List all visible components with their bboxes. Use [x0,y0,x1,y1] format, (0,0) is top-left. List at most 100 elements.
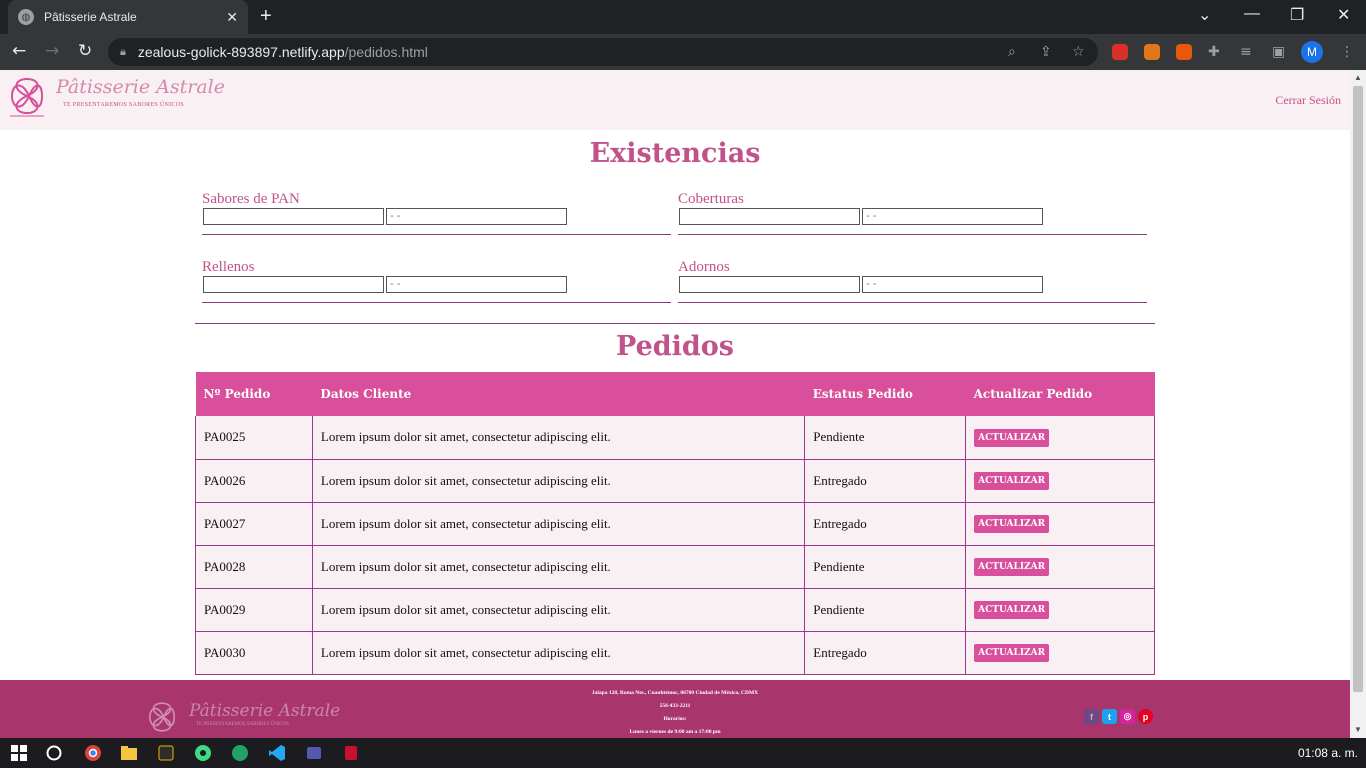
status-cell: Entregado [804,458,967,503]
update-button[interactable]: ACTUALIZAR [974,558,1050,576]
table-row: PA0026 Lorem ipsum dolor sit amet, conse… [195,458,1155,503]
extensions-puzzle-icon[interactable]: ✚ [1208,44,1220,60]
forward-icon[interactable]: → [45,41,59,61]
lock-icon[interactable]: 🔒︎ [120,46,126,59]
table-row: PA0027 Lorem ipsum dolor sit amet, conse… [195,501,1155,546]
status-cell: Pendiente [804,416,967,460]
stock-group-label: Sabores de PAN [202,191,300,207]
stock-item-input[interactable] [203,276,384,293]
media-queue-icon[interactable]: ≡ [1240,44,1252,60]
stock-quantity-input[interactable]: - - [862,208,1043,225]
order-id-cell: PA0029 [195,587,313,632]
client-cell: Lorem ipsum dolor sit amet, consectetur … [311,630,806,675]
extension-stop-icon[interactable] [1112,44,1128,60]
url-host: zealous-golick-893897.netlify.app [137,44,345,60]
status-cell: Entregado [804,501,967,546]
extension-figure-icon[interactable] [1176,44,1192,60]
table-row: PA0028 Lorem ipsum dolor sit amet, conse… [195,544,1155,589]
back-icon[interactable]: ← [12,41,26,61]
reload-icon[interactable]: ↻ [78,41,92,61]
window-close-icon[interactable]: ✕ [1337,5,1350,25]
chrome-taskbar-icon[interactable] [84,744,102,762]
vscode-icon[interactable] [268,744,286,762]
site-footer: Pâtisserie Astrale TE PRESENTAREMOS SABO… [0,680,1350,738]
os-taskbar: 01:08 a. m. [0,738,1366,768]
share-icon[interactable]: ⇪ [1040,44,1052,60]
stock-group-bread-flavors: Sabores de PAN - - [202,191,671,235]
stock-item-input[interactable] [203,208,384,225]
stock-group-toppings: Coberturas - - [678,191,1147,235]
update-button[interactable]: ACTUALIZAR [974,644,1050,662]
browser-menu-icon[interactable]: ⋮ [1340,44,1354,60]
minimize-icon[interactable]: — [1244,5,1260,23]
client-cell: Lorem ipsum dolor sit amet, consectetur … [311,501,806,546]
footer-phone: 556-433-2211 [659,703,691,709]
profile-avatar[interactable]: M [1301,41,1323,63]
globe-icon: ◍ [18,9,34,25]
zoom-icon[interactable]: ⌕ [1008,44,1016,60]
facebook-icon[interactable]: f [1084,709,1099,724]
scrollbar-thumb[interactable] [1353,86,1363,692]
status-cell: Pendiente [804,544,967,589]
update-button[interactable]: ACTUALIZAR [974,515,1050,533]
stock-group-label: Coberturas [678,191,744,207]
footer-address: Jalapa 128, Roma Nte., Cuauhtémoc, 06700… [591,690,759,696]
cortana-search-icon[interactable] [45,744,63,762]
pinterest-icon[interactable]: p [1138,709,1153,724]
update-cell: ACTUALIZAR [965,544,1155,589]
extension-fox-icon[interactable] [1144,44,1160,60]
order-id-cell: PA0028 [195,544,313,589]
restore-icon[interactable]: ❐ [1290,5,1304,25]
browser-toolbar: ← → ↻ 🔒︎ zealous-golick-893897.netlify.a… [0,34,1366,70]
stock-quantity-input[interactable]: - - [862,276,1043,293]
column-header-update: Actualizar Pedido [965,372,1155,416]
close-tab-icon[interactable]: ✕ [226,9,238,26]
update-button[interactable]: ACTUALIZAR [974,472,1050,490]
app-taskbar-icon[interactable] [157,744,175,762]
stock-item-input[interactable] [679,276,860,293]
twitter-icon[interactable]: t [1102,709,1117,724]
column-header-status: Estatus Pedido [804,372,966,416]
orders-table: Nº Pedido Datos Cliente Estatus Pedido A… [195,372,1155,675]
orders-title: Pedidos [616,331,734,362]
status-cell: Pendiente [804,587,967,632]
address-bar[interactable]: 🔒︎ zealous-golick-893897.netlify.app/ped… [108,38,1098,66]
bookmark-star-icon[interactable]: ☆ [1072,44,1085,60]
order-id-cell: PA0030 [195,630,313,675]
logout-link[interactable]: Cerrar Sesión [1275,93,1341,108]
browser-tabbar: ◍ Pâtisserie Astrale ✕ + ⌄ — ❐ ✕ [0,0,1366,34]
update-button[interactable]: ACTUALIZAR [974,428,1050,447]
file-explorer-icon[interactable] [120,744,138,762]
footer-tagline: TE PRESENTAREMOS SABORES ÚNICOS [196,722,290,727]
client-cell: Lorem ipsum dolor sit amet, consectetur … [311,458,806,503]
app-green-ball-icon[interactable] [231,744,249,762]
stock-quantity-input[interactable]: - - [386,276,567,293]
stock-group-decorations: Adornos - - [678,259,1147,303]
app-red-icon[interactable] [342,744,360,762]
app-green-icon[interactable] [194,744,212,762]
new-tab-icon[interactable]: + [260,6,272,26]
order-id-cell: PA0025 [195,416,313,460]
scroll-down-icon[interactable]: ▼ [1354,725,1362,734]
update-cell: ACTUALIZAR [965,630,1155,675]
teams-icon[interactable] [305,744,323,762]
update-button[interactable]: ACTUALIZAR [974,601,1050,619]
taskbar-clock: 01:08 a. m. [1297,746,1358,760]
scroll-up-icon[interactable]: ▲ [1354,73,1362,82]
stock-title: Existencias [589,138,761,169]
browser-tab[interactable]: ◍ Pâtisserie Astrale ✕ [8,0,248,34]
windows-start-icon[interactable] [10,744,28,762]
stock-item-input[interactable] [679,208,860,225]
client-cell: Lorem ipsum dolor sit amet, consectetur … [311,587,806,632]
page-scrollbar[interactable]: ▲ ▼ [1350,70,1366,738]
table-row: PA0030 Lorem ipsum dolor sit amet, conse… [195,630,1155,675]
tab-search-icon[interactable]: ⌄ [1198,5,1211,25]
client-cell: Lorem ipsum dolor sit amet, consectetur … [311,544,806,589]
status-cell: Entregado [804,630,967,675]
stock-group-label: Rellenos [202,259,255,275]
instagram-icon[interactable]: ◎ [1120,709,1135,724]
stock-quantity-input[interactable]: - - [386,208,567,225]
site-header: Pâtisserie Astrale TE PRESENTAREMOS SABO… [0,70,1350,130]
side-panel-icon[interactable]: ▣ [1272,44,1285,60]
logo-knot-icon[interactable] [8,75,46,117]
